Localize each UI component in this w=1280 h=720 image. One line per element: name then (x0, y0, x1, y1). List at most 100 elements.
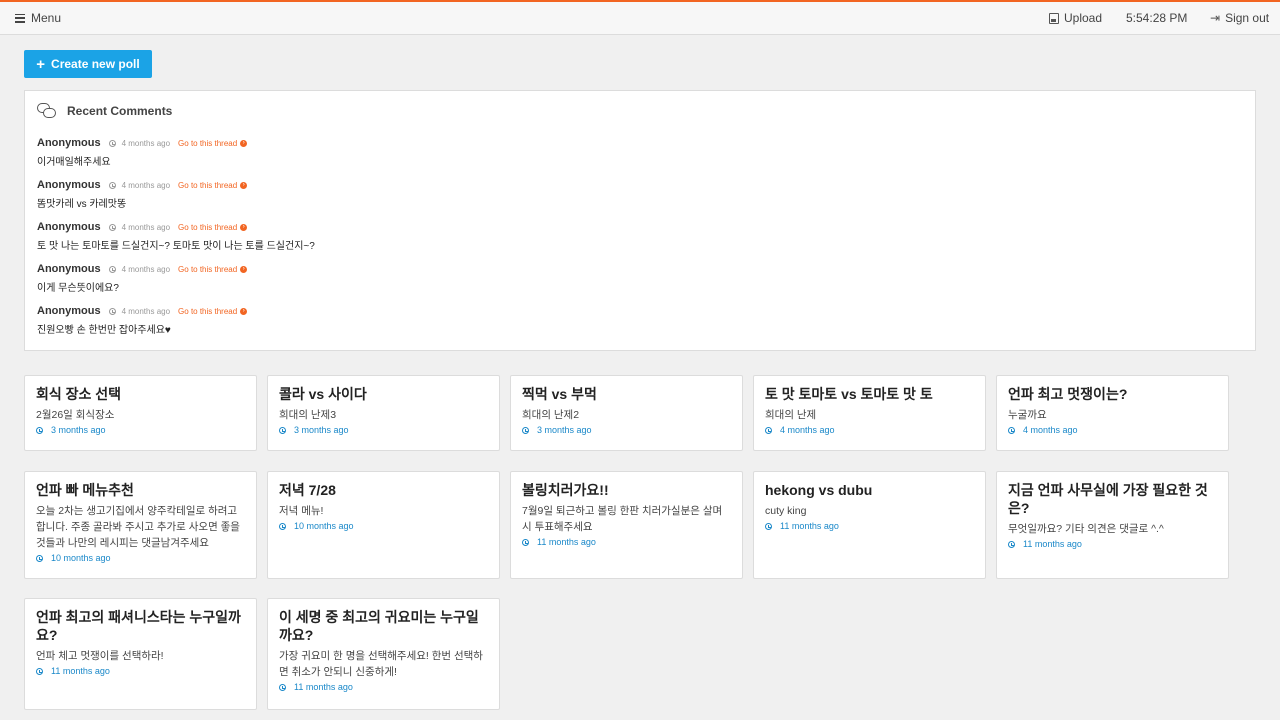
recent-comments-panel: Recent Comments Anonymous 4 months ago Go … (24, 90, 1256, 351)
poll-title[interactable]: 저녁 7/28 (279, 481, 488, 499)
clock-icon (1008, 540, 1015, 548)
clock-icon (108, 223, 116, 231)
poll-title[interactable]: 언파 빠 메뉴추천 (36, 481, 245, 499)
poll-card[interactable]: 저녁 7/28 저녁 메뉴! 10 months ago (267, 471, 500, 579)
comment-text: 이거매일해주세요 (37, 157, 111, 168)
poll-time-label: 11 months ago (1023, 539, 1082, 549)
poll-description: 희대의 난제 (765, 409, 817, 421)
poll-title[interactable]: 언파 최고의 패셔니스타는 누구일까요? (36, 608, 245, 644)
poll-time: 10 months ago (36, 553, 245, 563)
poll-card[interactable]: 이 세명 중 최고의 귀요미는 누구일까요? 가장 귀요미 한 명을 선택해주세요… (267, 598, 500, 710)
plus-icon: + (36, 55, 46, 73)
goto-thread-link[interactable]: Go to this thread (178, 223, 237, 232)
clock-icon (765, 426, 772, 434)
poll-time-label: 4 months ago (1023, 425, 1078, 435)
comment-meta: Anonymous 4 months ago Go to this thread › (37, 304, 1237, 318)
arrow-circle-right-icon[interactable]: › (240, 265, 248, 273)
comment-author: Anonymous (37, 221, 101, 233)
goto-thread-link[interactable]: Go to this thread (178, 265, 237, 274)
poll-time: 11 months ago (36, 666, 245, 676)
comment-meta: Anonymous 4 months ago Go to this thread › (37, 136, 1237, 150)
poll-card[interactable]: 언파 최고의 패셔니스타는 누구일까요? 언파 체고 멋쟁이를 선택하라! 11 m… (24, 598, 257, 710)
poll-time: 3 months ago (36, 425, 245, 435)
poll-card[interactable]: hekong vs dubu cuty king 11 months ago (753, 471, 986, 579)
comment-text: 똠맛카레 vs 카레맛똥 (37, 199, 127, 210)
poll-time-label: 4 months ago (780, 425, 835, 435)
poll-card[interactable]: 토 맛 토마토 vs 토마토 맛 토희대의 난제 4 months ago (753, 375, 986, 451)
menu-button[interactable]: Menu (15, 11, 61, 25)
comment-time: 4 months ago (121, 180, 171, 190)
comment-time: 4 months ago (121, 306, 171, 316)
poll-time: 3 months ago (522, 425, 731, 435)
goto-thread-link[interactable]: Go to this thread (178, 139, 237, 148)
clock-icon (108, 139, 116, 147)
poll-title[interactable]: 찍먹 vs 부먹 (522, 385, 731, 403)
poll-title[interactable]: 토 맛 토마토 vs 토마토 맛 토 (765, 385, 974, 403)
poll-description: cuty king (765, 505, 807, 517)
clock-icon (279, 522, 286, 530)
comment-meta: Anonymous 4 months ago Go to this thread › (37, 178, 1237, 192)
clock-icon (279, 426, 286, 434)
comment-text: 이게 무슨뜻이에요? (37, 283, 119, 294)
poll-time: 11 months ago (765, 521, 974, 531)
clock-icon (765, 522, 772, 530)
goto-thread-link[interactable]: Go to this thread (178, 307, 237, 316)
poll-title[interactable]: 언파 최고 멋쟁이는? (1008, 385, 1217, 403)
poll-description: 희대의 난제2 (522, 409, 580, 421)
recent-comments-header: Recent Comments (37, 103, 172, 119)
menu-label: Menu (31, 11, 62, 25)
poll-description: 오늘 2차는 생고기집에서 양주칵테일로 하려고 합니다. 주종 골라봐 주시고… (36, 505, 240, 549)
poll-time: 11 months ago (522, 537, 731, 547)
upload-button[interactable]: Upload (1049, 11, 1102, 25)
poll-title[interactable]: hekong vs dubu (765, 481, 974, 499)
poll-time-label: 3 months ago (51, 425, 106, 435)
arrow-circle-right-icon[interactable]: › (240, 181, 248, 189)
poll-time: 3 months ago (279, 425, 488, 435)
poll-time: 10 months ago (279, 521, 488, 531)
poll-title[interactable]: 지금 언파 사무실에 가장 필요한 것은? (1008, 481, 1217, 517)
poll-title[interactable]: 볼링치러가요!! (522, 481, 731, 499)
poll-card[interactable]: 찍먹 vs 부먹희대의 난제2 3 months ago (510, 375, 743, 451)
clock-icon (108, 181, 116, 189)
comment-meta: Anonymous 4 months ago Go to this thread › (37, 220, 1237, 234)
poll-description: 희대의 난제3 (279, 409, 337, 421)
comment-text: 진원오빵 손 한번만 잡아주세요♥ (37, 325, 171, 336)
signout-label: Sign out (1225, 11, 1270, 25)
arrow-circle-right-icon[interactable]: › (240, 139, 248, 147)
poll-time-label: 3 months ago (294, 425, 349, 435)
create-poll-button[interactable]: + Create new poll (24, 50, 152, 78)
comment-item: Anonymous 4 months ago Go to this thread › 똠… (37, 178, 1237, 210)
create-poll-label: Create new poll (51, 57, 140, 71)
poll-card[interactable]: 회식 장소 선택 2월26일 회식장소 3 months ago (24, 375, 257, 451)
arrow-circle-right-icon[interactable]: › (240, 307, 248, 315)
comment-time: 4 months ago (121, 138, 171, 148)
poll-time-label: 11 months ago (51, 666, 110, 676)
comment-meta: Anonymous 4 months ago Go to this thread › (37, 262, 1237, 276)
poll-title[interactable]: 회식 장소 선택 (36, 385, 245, 403)
poll-time-label: 3 months ago (537, 425, 592, 435)
comment-author: Anonymous (37, 263, 101, 275)
goto-thread-link[interactable]: Go to this thread (178, 181, 237, 190)
poll-description: 7월9일 퇴근하고 볼링 한판 치러가실분은 살며시 투표해주세요 (522, 505, 723, 533)
signout-button[interactable]: ⇥ Sign out (1210, 11, 1269, 25)
poll-title[interactable]: 이 세명 중 최고의 귀요미는 누구일까요? (279, 608, 488, 644)
comments-icon (37, 103, 57, 119)
poll-time: 11 months ago (1008, 539, 1217, 549)
upload-icon (1049, 12, 1059, 24)
arrow-circle-right-icon[interactable]: › (240, 223, 248, 231)
poll-description: 2월26일 회식장소 (36, 409, 115, 421)
poll-time-label: 11 months ago (537, 537, 596, 547)
clock-icon (1008, 426, 1015, 434)
poll-card[interactable]: 볼링치러가요!! 7월9일 퇴근하고 볼링 한판 치러가실분은 살며시 투표해주세… (510, 471, 743, 579)
poll-title[interactable]: 콜라 vs 사이다 (279, 385, 488, 403)
poll-description: 누굴까요 (1008, 409, 1047, 421)
poll-card[interactable]: 콜라 vs 사이다희대의 난제3 3 months ago (267, 375, 500, 451)
clock-icon (36, 554, 43, 562)
comment-item: Anonymous 4 months ago Go to this thread › 이… (37, 262, 1237, 294)
poll-description: 무엇일까요? 기타 의견은 댓글로 ^.^ (1008, 523, 1164, 535)
poll-card[interactable]: 지금 언파 사무실에 가장 필요한 것은? 무엇일까요? 기타 의견은 댓글로 ^… (996, 471, 1229, 579)
poll-card[interactable]: 언파 최고 멋쟁이는? 누굴까요 4 months ago (996, 375, 1229, 451)
comment-author: Anonymous (37, 137, 101, 149)
poll-time: 11 months ago (279, 682, 488, 692)
poll-card[interactable]: 언파 빠 메뉴추천오늘 2차는 생고기집에서 양주칵테일로 하려고 합니다. 주… (24, 471, 257, 579)
